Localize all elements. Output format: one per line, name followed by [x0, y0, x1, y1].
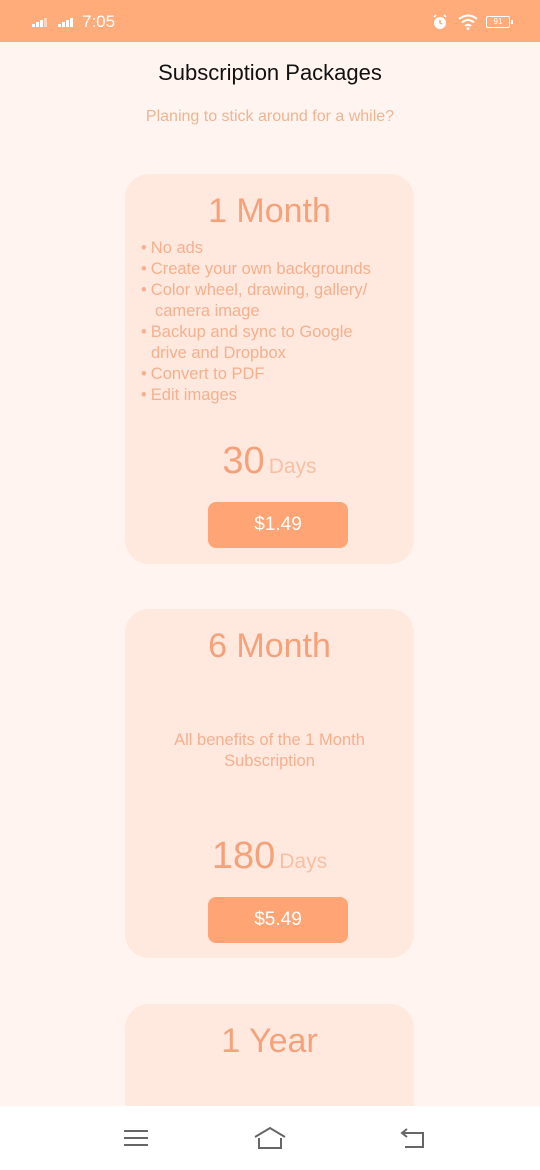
page-title: Subscription Packages	[158, 60, 382, 85]
buy-1-month-button[interactable]: $1.49	[208, 502, 348, 548]
feature-item: • Edit images	[141, 386, 237, 404]
clock-time: 7:05	[82, 12, 116, 31]
duration-value: 180	[211, 835, 276, 877]
navigation-bar	[0, 1106, 540, 1170]
status-bar: 7:05 91	[0, 0, 540, 42]
alarm-icon	[432, 14, 448, 30]
menu-icon[interactable]	[116, 1124, 156, 1152]
feature-item: • No ads	[141, 239, 204, 257]
wifi-icon	[458, 14, 478, 30]
feature-item: • Backup and sync to Google	[141, 323, 353, 341]
status-bar-right: 91	[422, 12, 513, 32]
duration-unit: Days	[268, 455, 317, 478]
description-line: Subscription	[224, 752, 315, 770]
back-icon[interactable]	[392, 1124, 432, 1152]
page-subtitle: Planing to stick around for a while?	[145, 108, 395, 125]
duration-value: 30	[222, 440, 265, 482]
feature-item: drive and Dropbox	[151, 344, 286, 362]
package-title: 6 Month	[208, 627, 331, 665]
package-title: 1 Month	[208, 192, 331, 230]
feature-item: camera image	[155, 302, 260, 320]
package-card-6-month: 6 Month All benefits of the 1 Month Subs…	[125, 609, 414, 958]
feature-item: • Convert to PDF	[141, 365, 265, 383]
battery-level: 91	[493, 17, 503, 26]
package-duration: 180 Days	[125, 835, 414, 878]
package-card-1-month: 1 Month • No ads • Create your own backgro…	[125, 174, 414, 564]
feature-item: • Create your own backgrounds	[141, 260, 371, 278]
package-duration: 30 Days	[125, 440, 414, 483]
feature-list: • No ads • Create your own backgrounds • Co…	[141, 238, 371, 406]
signal-icon	[58, 17, 74, 27]
package-description: All benefits of the 1 Month Subscription	[125, 730, 414, 772]
description-line: All benefits of the 1 Month	[174, 731, 365, 749]
battery-icon: 91	[486, 16, 513, 28]
home-icon[interactable]	[250, 1124, 290, 1152]
buy-6-month-button[interactable]: $5.49	[208, 897, 348, 943]
duration-unit: Days	[279, 850, 328, 873]
status-bar-left: 7:05	[32, 12, 115, 32]
signal-icon	[32, 17, 48, 27]
feature-item: • Color wheel, drawing, gallery/	[141, 281, 368, 299]
package-title: 1 Year	[221, 1022, 318, 1060]
